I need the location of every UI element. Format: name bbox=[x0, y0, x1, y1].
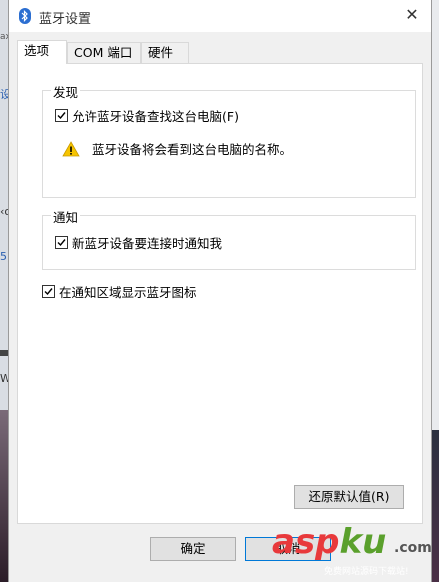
bluetooth-icon bbox=[19, 8, 31, 24]
watermark-domain: .com bbox=[394, 540, 432, 556]
tab-options[interactable]: 选项 bbox=[17, 40, 67, 64]
notification-group-label: 通知 bbox=[51, 207, 81, 226]
background-wallpaper bbox=[432, 430, 439, 582]
ok-button[interactable]: 确定 bbox=[150, 537, 236, 561]
allow-discovery-row[interactable]: 允许蓝牙设备查找这台电脑(F) bbox=[55, 106, 239, 125]
warning-icon bbox=[62, 140, 80, 156]
bluetooth-settings-dialog: 蓝牙设置 ✕ 选项 COM 端口 硬件 发现 允许蓝牙设备查找这台电脑(F) 蓝… bbox=[8, 0, 432, 582]
watermark-tagline: 免费网站源码下载站! bbox=[324, 567, 409, 577]
options-panel: 发现 允许蓝牙设备查找这台电脑(F) 蓝牙设备将会看到这台电脑的名称。 通知 新… bbox=[17, 63, 423, 524]
allow-discovery-checkbox[interactable] bbox=[55, 109, 68, 122]
tab-hardware[interactable]: 硬件 bbox=[141, 42, 189, 63]
watermark-brand-b: ku bbox=[339, 522, 387, 562]
discovery-group: 发现 允许蓝牙设备查找这台电脑(F) 蓝牙设备将会看到这台电脑的名称。 bbox=[42, 82, 416, 198]
title-bar: 蓝牙设置 ✕ bbox=[9, 0, 431, 32]
allow-discovery-label: 允许蓝牙设备查找这台电脑(F) bbox=[72, 109, 239, 124]
watermark-brand-a: asp bbox=[272, 522, 340, 562]
tab-com-ports[interactable]: COM 端口 bbox=[67, 42, 141, 63]
watermark-brand: aspku bbox=[272, 522, 386, 562]
notify-checkbox[interactable] bbox=[55, 236, 68, 249]
background-window-right bbox=[432, 0, 439, 582]
window-title: 蓝牙设置 bbox=[39, 12, 92, 27]
restore-defaults-button[interactable]: 还原默认值(R) bbox=[294, 485, 404, 509]
watermark-logo: aspku .com 免费网站源码下载站! bbox=[272, 522, 432, 582]
tray-icon-label: 在通知区域显示蓝牙图标 bbox=[59, 285, 197, 300]
tray-icon-row[interactable]: 在通知区域显示蓝牙图标 bbox=[42, 282, 197, 301]
notify-row[interactable]: 新蓝牙设备要连接时通知我 bbox=[55, 233, 222, 252]
notification-group: 通知 新蓝牙设备要连接时通知我 bbox=[42, 207, 416, 270]
warning-row: 蓝牙设备将会看到这台电脑的名称。 bbox=[62, 139, 292, 158]
notify-label: 新蓝牙设备要连接时通知我 bbox=[72, 236, 223, 251]
warning-text: 蓝牙设备将会看到这台电脑的名称。 bbox=[92, 142, 293, 157]
discovery-group-label: 发现 bbox=[51, 82, 81, 101]
close-icon[interactable]: ✕ bbox=[403, 6, 421, 24]
tray-icon-checkbox[interactable] bbox=[42, 285, 55, 298]
